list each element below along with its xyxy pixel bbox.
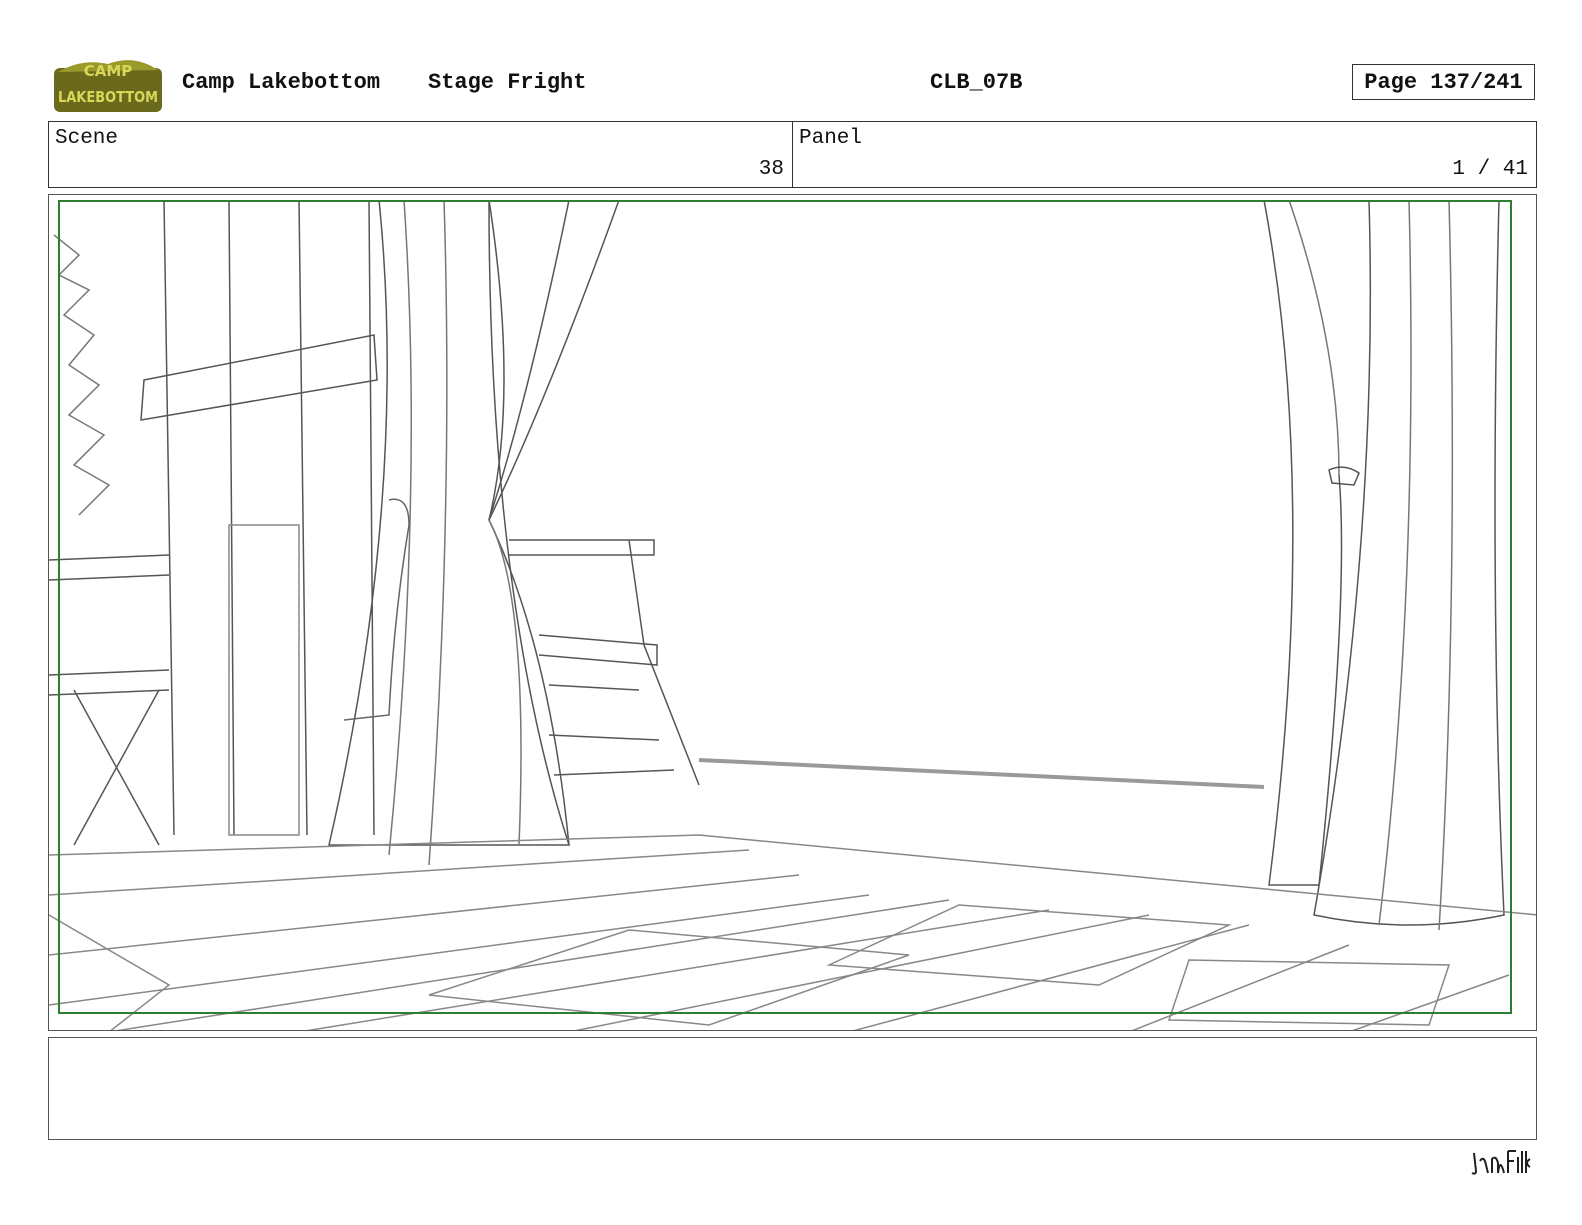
panel-number: 1 / 41: [1452, 158, 1528, 181]
notes-box: [48, 1037, 1537, 1140]
scene-number: 38: [758, 158, 784, 181]
show-title: Camp Lakebottom: [182, 70, 381, 95]
panel-cell: Panel 1 / 41: [792, 122, 1536, 187]
stage-sketch: [49, 199, 1536, 1030]
storyboard-panel: [48, 194, 1537, 1031]
scene-cell: Scene 38: [49, 122, 792, 187]
scene-label: Scene: [55, 127, 119, 150]
panel-label: Panel: [799, 127, 863, 150]
info-bar: Scene 38 Panel 1 / 41: [48, 121, 1537, 188]
svg-text:LAKEBOTTOM: LAKEBOTTOM: [58, 88, 158, 106]
production-code: CLB_07B: [930, 70, 1023, 95]
studio-logo: [1470, 1145, 1534, 1177]
episode-title: Stage Fright: [428, 70, 587, 95]
show-logo: CAMP LAKEBOTTOM: [52, 50, 164, 116]
svg-text:CAMP: CAMP: [84, 62, 133, 80]
page-number: Page 137/241: [1352, 64, 1535, 100]
